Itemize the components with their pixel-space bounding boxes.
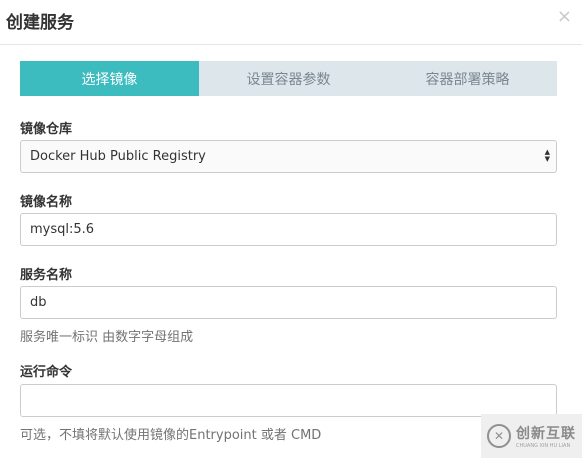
command-label: 运行命令 — [20, 365, 73, 380]
command-input[interactable] — [20, 384, 557, 417]
step-select-image[interactable]: 选择镜像 — [20, 61, 199, 96]
command-help: 可选，不填将默认使用镜像的Entrypoint 或者 CMD — [20, 428, 322, 443]
registry-select[interactable]: Docker Hub Public Registry ▲ ▼ — [20, 140, 557, 173]
image-name-value: mysql:5.6 — [30, 222, 95, 237]
step-deploy-strategy[interactable]: 容器部署策略 — [378, 61, 557, 96]
dialog-title: 创建服务 — [6, 13, 74, 33]
watermark-main: 创新互联 — [516, 426, 576, 442]
registry-selected-value: Docker Hub Public Registry — [30, 149, 206, 164]
create-service-dialog: 创建服务 × 选择镜像 设置容器参数 容器部署策略 镜像仓库 Docker Hu… — [0, 0, 582, 458]
wizard-steps: 选择镜像 设置容器参数 容器部署策略 — [20, 61, 557, 96]
watermark-text: 创新互联 CHUANG XIN HU LIAN — [516, 423, 576, 449]
close-icon[interactable]: × — [557, 6, 572, 27]
image-name-input[interactable]: mysql:5.6 — [20, 213, 557, 246]
watermark-sub: CHUANG XIN HU LIAN — [516, 443, 571, 449]
brand-logo-icon: ✕ — [487, 424, 511, 448]
registry-label: 镜像仓库 — [20, 122, 73, 137]
sort-arrows-icon: ▲ ▼ — [544, 148, 550, 163]
dialog-header: 创建服务 × — [0, 0, 582, 45]
watermark: ✕ 创新互联 CHUANG XIN HU LIAN — [481, 414, 582, 458]
step-container-params[interactable]: 设置容器参数 — [199, 61, 378, 96]
service-name-help: 服务唯一标识 由数字字母组成 — [20, 330, 194, 345]
service-name-input[interactable]: db — [20, 286, 557, 319]
image-name-label: 镜像名称 — [20, 195, 73, 210]
service-name-value: db — [30, 295, 47, 310]
service-name-label: 服务名称 — [20, 268, 73, 283]
